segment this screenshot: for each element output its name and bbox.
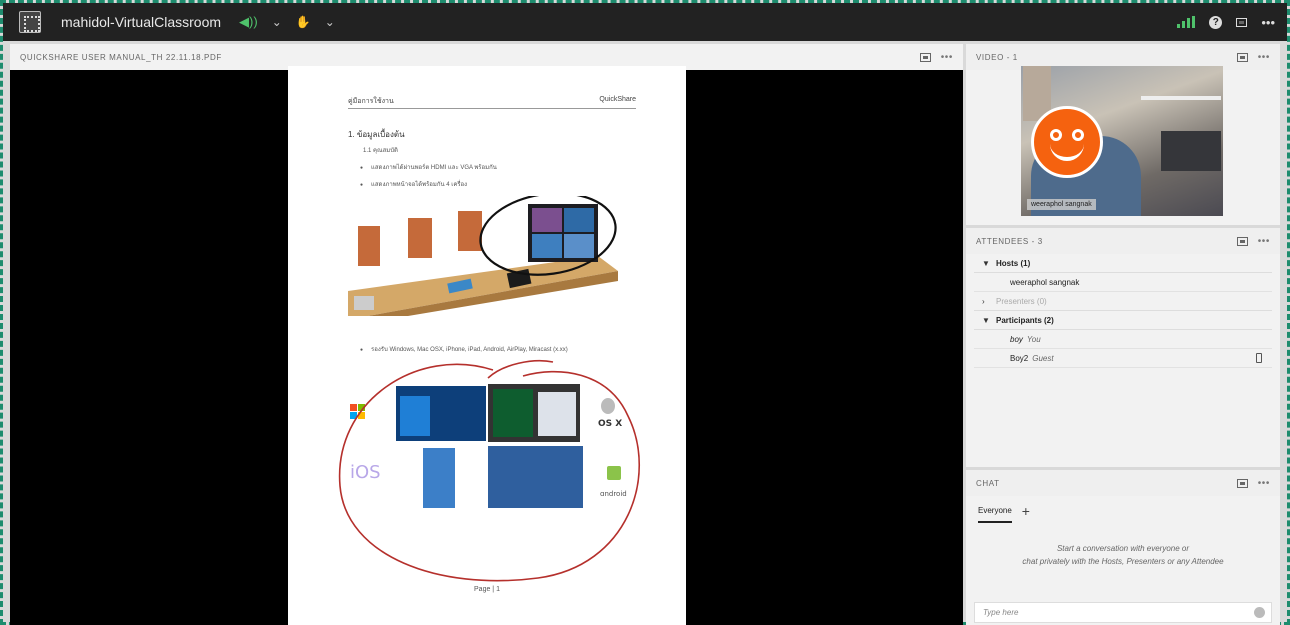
help-icon[interactable]: ? — [1209, 15, 1223, 29]
share-pod-title: QUICKSHARE USER MANUAL_TH 22.11.18.PDF — [20, 52, 222, 62]
share-pod: QUICKSHARE USER MANUAL_TH 22.11.18.PDF •… — [10, 44, 963, 625]
room-title: mahidol-VirtualClassroom — [61, 14, 222, 30]
speaker-dropdown-icon[interactable]: ⌄ — [272, 15, 282, 29]
doc-subsection: 1.1 คุณสมบัติ — [363, 148, 398, 154]
chat-tabs: Everyone + — [966, 496, 1280, 524]
add-tab-icon[interactable]: + — [1022, 503, 1030, 519]
video-more-icon[interactable]: ••• — [1258, 52, 1270, 63]
attendees-more-icon[interactable]: ••• — [1258, 236, 1270, 247]
audio-controls: ◀)) ⌄ ✋ ⌄ — [239, 14, 335, 30]
send-icon[interactable] — [1254, 607, 1265, 618]
doc-bullet: แสดงภาพหน้าจอได้พร้อมกัน 4 เครื่อง — [360, 179, 467, 189]
connection-signal-icon[interactable] — [1177, 16, 1196, 28]
chevron-down-icon: ▼ — [982, 258, 990, 268]
speaker-icon[interactable]: ◀)) — [239, 14, 258, 30]
hosts-group[interactable]: ▼ Hosts (1) — [974, 254, 1272, 273]
video-feed[interactable]: weeraphol sangnak — [1021, 66, 1223, 216]
chevron-down-icon: ▼ — [982, 315, 990, 325]
participants-label: Participants (2) — [996, 315, 1054, 325]
attendee-row[interactable]: boy You — [974, 330, 1272, 349]
doc-bullet-text: รองรับ Windows, Mac OSX, iPhone, iPad, A… — [371, 347, 568, 353]
video-background-monitor — [1161, 131, 1221, 171]
doc-header-right: QuickShare — [599, 96, 636, 103]
chat-pod-title: CHAT — [976, 478, 1000, 488]
svg-text:iOS: iOS — [350, 462, 381, 483]
share-fullscreen-icon[interactable] — [919, 52, 931, 62]
attendee-role: You — [1026, 334, 1041, 344]
chevron-right-icon: › — [982, 296, 985, 306]
smiley-face-icon — [1031, 106, 1103, 178]
app-menu-icon[interactable] — [19, 11, 41, 33]
smiley-mouth — [1050, 139, 1084, 161]
doc-bullet: รองรับ Windows, Mac OSX, iPhone, iPad, A… — [360, 344, 568, 354]
attendee-name: weeraphol sangnak — [1010, 277, 1080, 287]
raise-hand-icon[interactable]: ✋ — [296, 15, 311, 29]
os-support-image: OS X iOS ɑndroid — [338, 359, 641, 582]
presenters-label: Presenters (0) — [996, 296, 1047, 306]
chat-input[interactable]: Type here — [974, 602, 1272, 623]
meeting-room-image — [348, 196, 618, 316]
fullscreen-icon[interactable] — [1236, 17, 1248, 27]
video-name-tag: weeraphol sangnak — [1027, 199, 1096, 210]
video-fullscreen-icon[interactable] — [1236, 52, 1248, 62]
doc-header: คู่มือการใช้งาน QuickShare — [348, 96, 636, 109]
chat-pod: CHAT ••• Everyone + Start a conversation… — [966, 470, 1280, 625]
chat-empty-message: Start a conversation with everyone or ch… — [966, 542, 1280, 568]
attendees-pod-header: ATTENDEES - 3 ••• — [966, 228, 1280, 254]
attendees-pod-title: ATTENDEES - 3 — [976, 236, 1043, 246]
attendees-fullscreen-icon[interactable] — [1236, 236, 1248, 246]
video-background-light — [1141, 96, 1221, 100]
presenters-group[interactable]: › Presenters (0) — [974, 292, 1272, 311]
attendee-name: boy — [1010, 334, 1023, 344]
chat-fullscreen-icon[interactable] — [1236, 478, 1248, 488]
video-pod: VIDEO - 1 ••• weeraphol sangnak — [966, 44, 1280, 225]
doc-bullet-text: แสดงภาพหน้าจอได้พร้อมกัน 4 เครื่อง — [371, 182, 468, 188]
top-bar: mahidol-VirtualClassroom ◀)) ⌄ ✋ ⌄ ? ••• — [3, 3, 1287, 41]
attendee-name: Boy2 — [1010, 353, 1029, 363]
attendee-row[interactable]: weeraphol sangnak — [974, 273, 1272, 292]
svg-text:OS X: OS X — [598, 419, 622, 429]
chat-empty-line1: Start a conversation with everyone or — [1056, 544, 1190, 553]
page-number: Page | 1 — [474, 586, 500, 593]
topbar-right: ? ••• — [1177, 3, 1275, 41]
doc-section-title: 1. ข้อมูลเบื้องต้น — [348, 130, 405, 139]
video-pod-title: VIDEO - 1 — [976, 52, 1018, 62]
doc-bullet: แสดงภาพได้ผ่านพอร์ต HDMI และ VGA พร้อมกั… — [360, 162, 497, 172]
more-icon[interactable]: ••• — [1261, 15, 1275, 30]
chat-empty-line2: chat privately with the Hosts, Presenter… — [1022, 557, 1224, 566]
mobile-device-icon — [1256, 353, 1262, 363]
chat-input-placeholder: Type here — [983, 608, 1019, 617]
chat-more-icon[interactable]: ••• — [1258, 478, 1270, 489]
hand-dropdown-icon[interactable]: ⌄ — [325, 15, 335, 29]
tab-everyone[interactable]: Everyone — [978, 506, 1012, 523]
doc-bullet-text: แสดงภาพได้ผ่านพอร์ต HDMI และ VGA พร้อมกั… — [371, 165, 497, 171]
attendees-pod: ATTENDEES - 3 ••• ▼ Hosts (1) weeraphol … — [966, 228, 1280, 467]
participants-group[interactable]: ▼ Participants (2) — [974, 311, 1272, 330]
svg-text:ɑndroid: ɑndroid — [600, 490, 627, 498]
attendee-row[interactable]: Boy2 Guest — [974, 349, 1272, 368]
share-more-icon[interactable]: ••• — [941, 52, 953, 63]
pdf-page[interactable]: คู่มือการใช้งาน QuickShare 1. ข้อมูลเบื้… — [288, 66, 686, 625]
hosts-label: Hosts (1) — [996, 258, 1031, 268]
chat-pod-header: CHAT ••• — [966, 470, 1280, 496]
attendee-role: Guest — [1032, 353, 1054, 363]
doc-header-left: คู่มือการใช้งาน — [348, 98, 394, 105]
